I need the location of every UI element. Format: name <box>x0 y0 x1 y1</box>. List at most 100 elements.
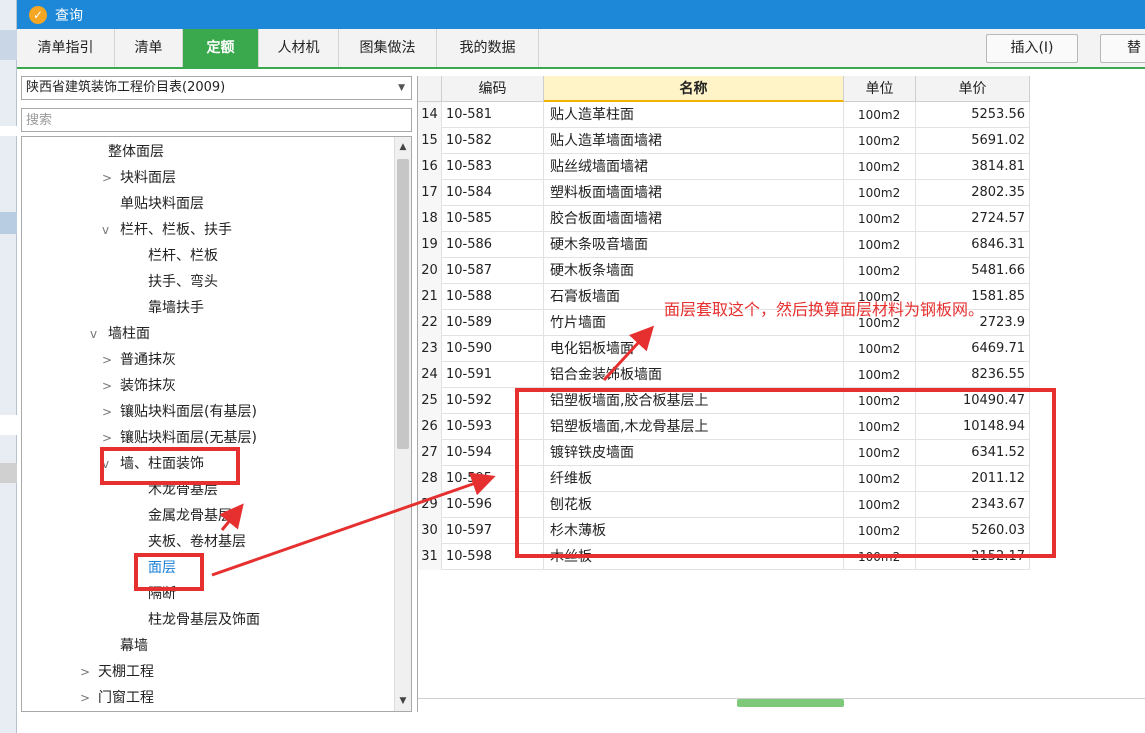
cell-name: 贴人造革墙面墙裙 <box>544 128 844 154</box>
row-number: 15 <box>418 128 442 154</box>
tree-node[interactable]: v 栏杆、栏板、扶手 <box>102 217 232 243</box>
tree-node-label: 装饰抹灰 <box>120 378 176 394</box>
cell-name: 铝合金装饰板墙面 <box>544 362 844 388</box>
tree-node-label: 整体面层 <box>108 144 164 160</box>
window-titlebar: ✓ 查询 <box>17 0 1145 29</box>
tree-node[interactable]: > 块料面层 <box>102 165 176 191</box>
row-number: 21 <box>418 284 442 310</box>
row-number: 18 <box>418 206 442 232</box>
cell-price: 3814.81 <box>916 154 1030 180</box>
tab-bar: 清单指引 清单 定额 人材机 图集做法 我的数据 插入(I) 替 <box>17 29 1145 69</box>
row-number: 29 <box>418 492 442 518</box>
cell-unit: 100m2 <box>844 102 916 128</box>
tree-node-label: 扶手、弯头 <box>148 274 218 290</box>
table-row[interactable]: 17 10-584 塑料板面墙面墙裙 100m2 2802.35 <box>418 180 1030 206</box>
cell-price: 6846.31 <box>916 232 1030 258</box>
tree-node[interactable]: 扶手、弯头 <box>148 269 218 295</box>
tree-node[interactable]: > 装饰抹灰 <box>102 373 176 399</box>
grid-footer <box>418 698 1145 712</box>
tab-atlas-method[interactable]: 图集做法 <box>339 29 437 67</box>
cell-code: 10-582 <box>442 128 544 154</box>
tree-node-label: 金属龙骨基层 <box>148 508 232 524</box>
tree-node[interactable]: v 墙柱面 <box>90 321 150 347</box>
column-header-unit[interactable]: 单位 <box>844 76 916 102</box>
cell-name: 电化铝板墙面 <box>544 336 844 362</box>
cell-name: 贴丝绒墙面墙裙 <box>544 154 844 180</box>
chevron-right-icon[interactable]: > <box>102 373 120 399</box>
tree-node-label: 天棚工程 <box>98 664 154 680</box>
chevron-down-icon[interactable]: ▼ <box>398 77 405 99</box>
cell-unit: 100m2 <box>844 128 916 154</box>
chevron-down-icon[interactable]: v <box>102 217 120 243</box>
scroll-up-icon[interactable]: ▲ <box>395 139 411 155</box>
tree-node[interactable]: 柱龙骨基层及饰面 <box>148 607 260 633</box>
annotation-box-tree-selected <box>134 553 204 591</box>
cell-code: 10-584 <box>442 180 544 206</box>
tree-node[interactable]: 靠墙扶手 <box>148 295 204 321</box>
tab-my-data[interactable]: 我的数据 <box>437 29 539 67</box>
cell-unit: 100m2 <box>844 206 916 232</box>
tree-node-label: 单贴块料面层 <box>120 196 204 212</box>
library-select[interactable]: 陕西省建筑装饰工程价目表(2009) ▼ <box>21 76 412 100</box>
tree-node[interactable]: > 门窗工程 <box>80 685 154 711</box>
table-row[interactable]: 23 10-590 电化铝板墙面 100m2 6469.71 <box>418 336 1030 362</box>
table-row[interactable]: 19 10-586 硬木条吸音墙面 100m2 6846.31 <box>418 232 1030 258</box>
insert-button[interactable]: 插入(I) <box>986 34 1078 63</box>
chevron-down-icon[interactable]: v <box>90 321 108 347</box>
scroll-thumb[interactable] <box>397 159 409 449</box>
column-header-code[interactable]: 编码 <box>442 76 544 102</box>
tree-node-label: 柱龙骨基层及饰面 <box>148 612 260 628</box>
cell-name: 硬木板条墙面 <box>544 258 844 284</box>
tree-node[interactable]: 幕墙 <box>120 633 148 659</box>
annotation-box-grid-rows <box>515 388 1056 558</box>
chevron-right-icon[interactable]: > <box>80 659 98 685</box>
row-number: 23 <box>418 336 442 362</box>
table-row[interactable]: 24 10-591 铝合金装饰板墙面 100m2 8236.55 <box>418 362 1030 388</box>
tree-node[interactable]: > 普通抹灰 <box>102 347 176 373</box>
row-number: 20 <box>418 258 442 284</box>
table-row[interactable]: 20 10-587 硬木板条墙面 100m2 5481.66 <box>418 258 1030 284</box>
table-row[interactable]: 14 10-581 贴人造革柱面 100m2 5253.56 <box>418 102 1030 128</box>
row-number: 28 <box>418 466 442 492</box>
cell-name: 胶合板面墙面墙裙 <box>544 206 844 232</box>
tree-scrollbar[interactable]: ▲ ▼ <box>394 137 411 711</box>
column-header-price[interactable]: 单价 <box>916 76 1030 102</box>
chevron-right-icon[interactable]: > <box>102 399 120 425</box>
tree-node[interactable]: 夹板、卷材基层 <box>148 529 246 555</box>
tree-node-label: 墙柱面 <box>108 326 150 342</box>
tree-node-label: 块料面层 <box>120 170 176 186</box>
chevron-right-icon[interactable]: > <box>102 347 120 373</box>
row-number-header <box>418 76 442 102</box>
tree-node[interactable]: 金属龙骨基层 <box>148 503 232 529</box>
tree-node-label: 夹板、卷材基层 <box>148 534 246 550</box>
cell-code: 10-591 <box>442 362 544 388</box>
tab-bill-guide[interactable]: 清单指引 <box>17 29 115 67</box>
tree-node[interactable]: > 天棚工程 <box>80 659 154 685</box>
tree-node[interactable]: 栏杆、栏板 <box>148 243 218 269</box>
splitter-handle[interactable] <box>737 699 844 707</box>
left-panel: 陕西省建筑装饰工程价目表(2009) ▼ 整体面层 >块料面层 单贴块料面层 v… <box>17 76 413 712</box>
cell-code: 10-590 <box>442 336 544 362</box>
column-header-name[interactable]: 名称 <box>544 76 844 102</box>
cell-code: 10-585 <box>442 206 544 232</box>
tree-node[interactable]: > 镶贴块料面层(有基层) <box>102 399 257 425</box>
tab-quota[interactable]: 定额 <box>183 29 259 67</box>
table-row[interactable]: 16 10-583 贴丝绒墙面墙裙 100m2 3814.81 <box>418 154 1030 180</box>
chevron-right-icon[interactable]: > <box>80 685 98 711</box>
tree-node-label: 栏杆、栏板、扶手 <box>120 222 232 238</box>
tree-node[interactable]: 整体面层 <box>108 139 164 165</box>
table-row[interactable]: 18 10-585 胶合板面墙面墙裙 100m2 2724.57 <box>418 206 1030 232</box>
background-window-strip <box>0 0 17 733</box>
replace-button[interactable]: 替 <box>1100 34 1145 63</box>
chevron-right-icon[interactable]: > <box>102 165 120 191</box>
search-input[interactable] <box>21 108 412 132</box>
library-select-value: 陕西省建筑装饰工程价目表(2009) <box>26 80 226 95</box>
row-number: 17 <box>418 180 442 206</box>
tab-bill[interactable]: 清单 <box>115 29 183 67</box>
row-number: 14 <box>418 102 442 128</box>
row-number: 25 <box>418 388 442 414</box>
table-row[interactable]: 15 10-582 贴人造革墙面墙裙 100m2 5691.02 <box>418 128 1030 154</box>
tree-node[interactable]: 单贴块料面层 <box>120 191 204 217</box>
tab-labor-material[interactable]: 人材机 <box>259 29 339 67</box>
scroll-down-icon[interactable]: ▼ <box>395 693 411 709</box>
